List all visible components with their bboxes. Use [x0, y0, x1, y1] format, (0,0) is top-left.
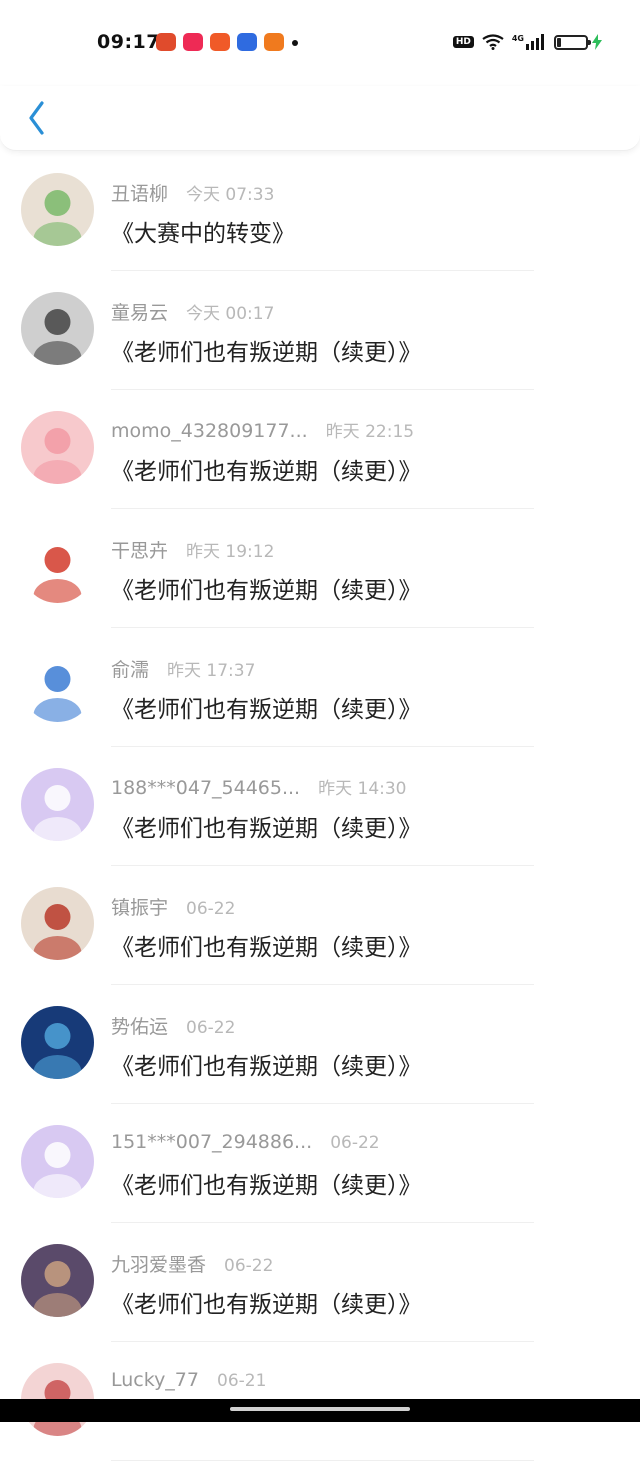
article-title[interactable]: 《老师们也有叛逆期（续更）》: [111, 571, 422, 605]
hd-badge: HD: [452, 36, 474, 48]
app-notification-icon: [210, 33, 230, 51]
notification-icons: [156, 33, 284, 51]
top-nav-bar: [0, 86, 640, 151]
message-item[interactable]: 九羽爱墨香 06-22 《老师们也有叛逆期（续更）》: [0, 1223, 640, 1342]
system-nav-bar: [0, 1399, 640, 1422]
user-name[interactable]: 丑语柳: [111, 183, 168, 205]
message-meta: 丑语柳 今天 07:33: [111, 179, 274, 205]
message-time: 昨天 22:15: [325, 422, 415, 442]
message-item[interactable]: 俞濡 昨天 17:37 《老师们也有叛逆期（续更）》: [0, 628, 640, 747]
user-name[interactable]: 俞濡: [111, 659, 149, 681]
user-name[interactable]: 151***007_294886...: [111, 1131, 312, 1153]
user-name[interactable]: Lucky_77: [111, 1369, 199, 1391]
message-item[interactable]: 童易云 今天 00:17 《老师们也有叛逆期（续更）》: [0, 271, 640, 390]
message-time: 06-21: [217, 1371, 267, 1391]
article-title[interactable]: 《老师们也有叛逆期（续更）》: [111, 928, 422, 962]
wifi-icon: [482, 34, 504, 50]
user-avatar[interactable]: [21, 887, 94, 960]
user-name[interactable]: 188***047_54465...: [111, 777, 300, 799]
message-meta: momo_432809177... 昨天 22:15: [111, 417, 414, 443]
charging-icon: [592, 34, 602, 50]
message-item[interactable]: 干思卉 昨天 19:12 《老师们也有叛逆期（续更）》: [0, 509, 640, 628]
app-notification-icon: [156, 33, 176, 51]
user-name[interactable]: 势佑运: [111, 1016, 168, 1038]
message-item[interactable]: 势佑运 06-22 《老师们也有叛逆期（续更）》: [0, 985, 640, 1104]
app-notification-icon: [237, 33, 257, 51]
article-title[interactable]: 《大赛中的转变》: [111, 214, 295, 248]
status-time: 09:17: [97, 31, 160, 53]
article-title[interactable]: 《老师们也有叛逆期（续更）》: [111, 452, 422, 486]
user-avatar[interactable]: [21, 768, 94, 841]
article-title[interactable]: 《老师们也有叛逆期（续更）》: [111, 1166, 422, 1200]
message-time: 今天 00:17: [186, 304, 275, 324]
message-item[interactable]: 188***047_54465... 昨天 14:30 《老师们也有叛逆期（续更）》: [0, 747, 640, 866]
chevron-left-icon: [29, 101, 44, 135]
signal-icon: [526, 34, 544, 50]
message-time: 06-22: [186, 899, 236, 919]
message-time: 昨天 14:30: [318, 779, 407, 799]
user-avatar[interactable]: [21, 173, 94, 246]
article-title[interactable]: 《老师们也有叛逆期（续更）》: [111, 1047, 422, 1081]
message-meta: Lucky_77 06-21: [111, 1369, 266, 1395]
message-list: 丑语柳 今天 07:33 《大赛中的转变》童易云 今天 00:17 《老师们也有叛逆期（…: [0, 152, 640, 1461]
message-time: 昨天 17:37: [167, 661, 256, 681]
network-type-label: 4G: [511, 33, 524, 43]
article-title[interactable]: 《老师们也有叛逆期（续更）》: [111, 690, 422, 724]
home-indicator[interactable]: [230, 1407, 410, 1411]
message-meta: 势佑运 06-22: [111, 1012, 235, 1038]
user-name[interactable]: 镇振宇: [111, 897, 168, 919]
message-item[interactable]: momo_432809177... 昨天 22:15 《老师们也有叛逆期（续更）》: [0, 390, 640, 509]
message-item[interactable]: 151***007_294886... 06-22 《老师们也有叛逆期（续更）》: [0, 1104, 640, 1223]
message-time: 06-22: [186, 1018, 236, 1038]
user-avatar[interactable]: [21, 411, 94, 484]
more-notifications-dot: [292, 40, 298, 46]
message-meta: 151***007_294886... 06-22: [111, 1131, 380, 1157]
user-avatar[interactable]: [21, 1125, 94, 1198]
back-button[interactable]: [18, 96, 58, 140]
message-item[interactable]: 镇振宇 06-22 《老师们也有叛逆期（续更）》: [0, 866, 640, 985]
user-name[interactable]: 九羽爱墨香: [111, 1254, 206, 1276]
message-meta: 童易云 今天 00:17: [111, 298, 274, 324]
message-meta: 九羽爱墨香 06-22: [111, 1250, 273, 1276]
message-time: 昨天 19:12: [186, 542, 275, 562]
message-meta: 俞濡 昨天 17:37: [111, 655, 255, 681]
battery-icon: [554, 34, 591, 50]
message-time: 06-22: [224, 1256, 274, 1276]
message-time: 06-22: [330, 1133, 380, 1153]
user-name[interactable]: 童易云: [111, 302, 168, 324]
message-time: 今天 07:33: [186, 185, 275, 205]
user-avatar[interactable]: [21, 649, 94, 722]
user-avatar[interactable]: [21, 292, 94, 365]
user-avatar[interactable]: [21, 530, 94, 603]
system-status: HD 4G: [452, 33, 602, 50]
app-notification-icon: [183, 33, 203, 51]
article-title[interactable]: 《老师们也有叛逆期（续更）》: [111, 809, 422, 843]
message-meta: 干思卉 昨天 19:12: [111, 536, 274, 562]
status-bar: 09:17 HD 4G: [0, 0, 640, 86]
user-avatar[interactable]: [21, 1244, 94, 1317]
app-notification-icon: [264, 33, 284, 51]
article-title[interactable]: 《老师们也有叛逆期（续更）》: [111, 333, 422, 367]
message-meta: 镇振宇 06-22: [111, 893, 235, 919]
article-title[interactable]: 《老师们也有叛逆期（续更）》: [111, 1285, 422, 1319]
user-name[interactable]: momo_432809177...: [111, 420, 308, 442]
user-name[interactable]: 干思卉: [111, 540, 168, 562]
message-item[interactable]: 丑语柳 今天 07:33 《大赛中的转变》: [0, 152, 640, 271]
user-avatar[interactable]: [21, 1006, 94, 1079]
message-meta: 188***047_54465... 昨天 14:30: [111, 774, 407, 800]
